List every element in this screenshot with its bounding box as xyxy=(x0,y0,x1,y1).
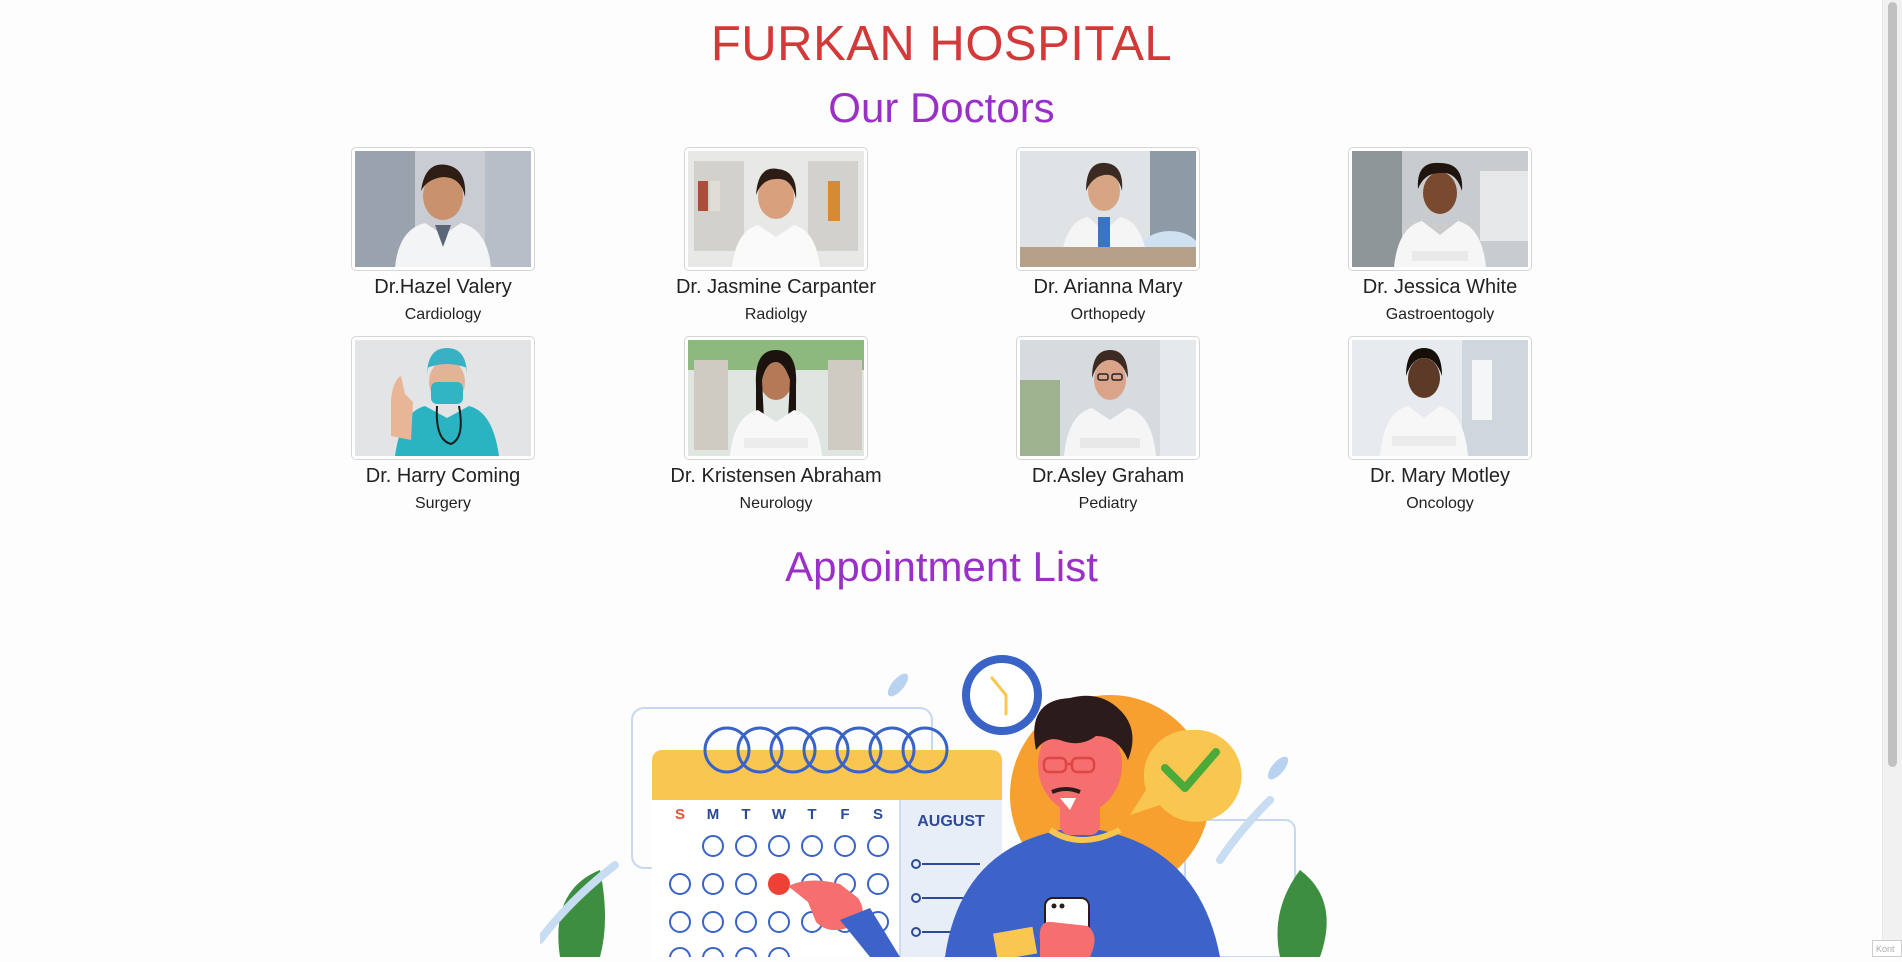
doctor-name: Dr. Jasmine Carpanter xyxy=(675,276,877,298)
our-doctors-heading: Our Doctors xyxy=(828,84,1055,131)
selected-day xyxy=(768,873,790,895)
weekday-label: M xyxy=(707,806,720,823)
appointment-list-heading: Appointment List xyxy=(785,543,1098,590)
doctor-name: Dr.Asley Graham xyxy=(1031,465,1185,487)
hospital-title: FURKAN HOSPITAL xyxy=(710,17,1173,71)
doctor-card[interactable]: Dr.Asley Graham Pediatry xyxy=(958,336,1258,514)
weekday-label: S xyxy=(873,806,883,823)
vertical-scrollbar[interactable] xyxy=(1882,0,1902,957)
page: FURKAN HOSPITAL Our Doctors Dr.Hazel Val… xyxy=(0,0,1883,962)
leaf-right xyxy=(1277,870,1327,957)
doctor-photo[interactable] xyxy=(351,336,535,460)
weekday-label: T xyxy=(807,806,816,823)
doctor-department: Surgery xyxy=(414,495,472,512)
doctor-department: Radiolgy xyxy=(744,306,808,323)
doctor-card[interactable]: Dr. Harry Coming Surgery xyxy=(293,336,593,514)
doctor-photo[interactable] xyxy=(684,336,868,460)
scrollbar-thumb[interactable] xyxy=(1888,2,1897,767)
doctor-card[interactable]: Dr. Arianna Mary Orthopedy xyxy=(958,147,1258,325)
doctor-department: Gastroentogoly xyxy=(1385,306,1495,323)
appointment-illustration: S M T W T F S AUGUST xyxy=(536,640,1340,962)
doctor-photo[interactable] xyxy=(1348,147,1532,271)
calendar-illustration: S M T W T F S AUGUST xyxy=(536,655,1327,962)
weekday-label: S xyxy=(675,806,685,823)
doctor-department: Cardiology xyxy=(404,306,482,323)
doctor-photo[interactable] xyxy=(1016,147,1200,271)
doctor-card[interactable]: Dr. Jasmine Carpanter Radiolgy xyxy=(626,147,926,325)
weekday-label: F xyxy=(840,806,849,823)
doctor-card[interactable]: Dr. Mary Motley Oncology xyxy=(1290,336,1590,514)
weekday-label: T xyxy=(741,806,750,823)
doctor-department: Orthopedy xyxy=(1070,306,1146,323)
doctor-name: Dr. Kristensen Abraham xyxy=(670,465,882,487)
doctor-photo[interactable] xyxy=(684,147,868,271)
doctor-name: Dr. Harry Coming xyxy=(365,465,521,487)
doctor-name: Dr. Arianna Mary xyxy=(1033,276,1183,298)
doctor-department: Pediatry xyxy=(1078,495,1138,512)
doctor-department: Neurology xyxy=(739,495,813,512)
weekday-label: W xyxy=(772,806,787,823)
doctor-name: Dr.Hazel Valery xyxy=(374,276,512,298)
corner-widget[interactable]: Kont xyxy=(1872,940,1902,957)
doctor-photo[interactable] xyxy=(351,147,535,271)
doctor-card[interactable]: Dr. Kristensen Abraham Neurology xyxy=(626,336,926,514)
calendar-month: AUGUST xyxy=(917,813,985,830)
doctor-photo[interactable] xyxy=(1016,336,1200,460)
clock-icon xyxy=(962,655,1042,735)
doctor-photo[interactable] xyxy=(1348,336,1532,460)
doctor-name: Dr. Jessica White xyxy=(1362,276,1518,298)
doctor-card[interactable]: Dr. Jessica White Gastroentogoly xyxy=(1290,147,1590,325)
doctor-name: Dr. Mary Motley xyxy=(1369,465,1511,487)
doctor-department: Oncology xyxy=(1406,495,1474,512)
doctor-card[interactable]: Dr.Hazel Valery Cardiology xyxy=(293,147,593,325)
